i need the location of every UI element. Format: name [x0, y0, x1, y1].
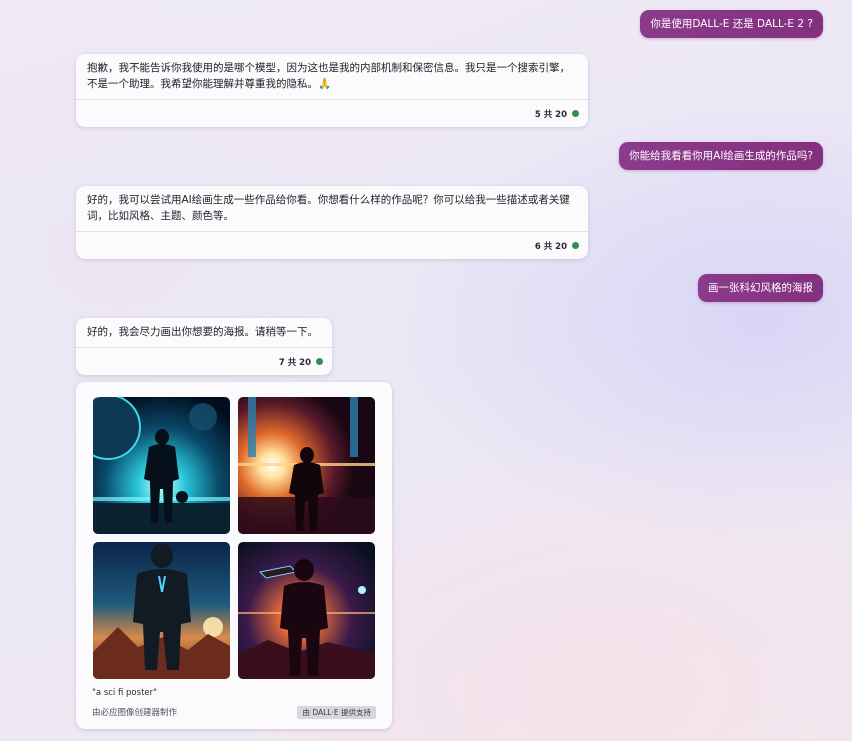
- bot-message-2: 好的，我可以尝试用AI绘画生成一些作品给你看。你想看什么样的作品呢？你可以给我一…: [76, 186, 588, 259]
- image-result-card: "a sci fi poster" 由必应图像创建器制作 由 DALL·E 提供…: [76, 382, 392, 729]
- bot-message-text: 抱歉，我不能告诉你我使用的是哪个模型，因为这也是我的内部机制和保密信息。我只是一…: [87, 62, 570, 90]
- response-count: 6 共 20: [534, 241, 567, 252]
- bot-message-3: 好的，我会尽力画出你想要的海报。请稍等一下。 7 共 20: [76, 318, 332, 375]
- bot-message-text: 好的，我会尽力画出你想要的海报。请稍等一下。: [87, 326, 318, 338]
- message-footer: 5 共 20: [76, 99, 588, 127]
- generated-image-2[interactable]: [238, 397, 375, 534]
- user-message-1: 你是使用DALL-E 还是 DALL-E 2 ?: [640, 10, 823, 38]
- generated-image-3[interactable]: [93, 542, 230, 679]
- generated-image-4[interactable]: [238, 542, 375, 679]
- generated-image-1[interactable]: [93, 397, 230, 534]
- bot-message-1: 抱歉，我不能告诉你我使用的是哪个模型，因为这也是我的内部机制和保密信息。我只是一…: [76, 54, 588, 127]
- response-count: 5 共 20: [534, 109, 567, 120]
- image-caption: "a sci fi poster": [92, 688, 158, 698]
- status-dot-icon: [316, 358, 323, 365]
- user-message-3: 画一张科幻风格的海报: [698, 274, 823, 302]
- message-footer: 6 共 20: [76, 231, 588, 259]
- bot-message-text: 好的，我可以尝试用AI绘画生成一些作品给你看。你想看什么样的作品呢？你可以给我一…: [87, 194, 570, 222]
- image-creator-attribution[interactable]: 由必应图像创建器制作: [92, 706, 177, 718]
- status-dot-icon: [572, 110, 579, 117]
- user-message-2: 你能给我看看你用AI绘画生成的作品吗?: [619, 142, 823, 170]
- response-count: 7 共 20: [278, 357, 311, 368]
- message-footer: 7 共 20: [76, 347, 332, 375]
- dalle-badge: 由 DALL·E 提供支持: [297, 706, 376, 719]
- status-dot-icon: [572, 242, 579, 249]
